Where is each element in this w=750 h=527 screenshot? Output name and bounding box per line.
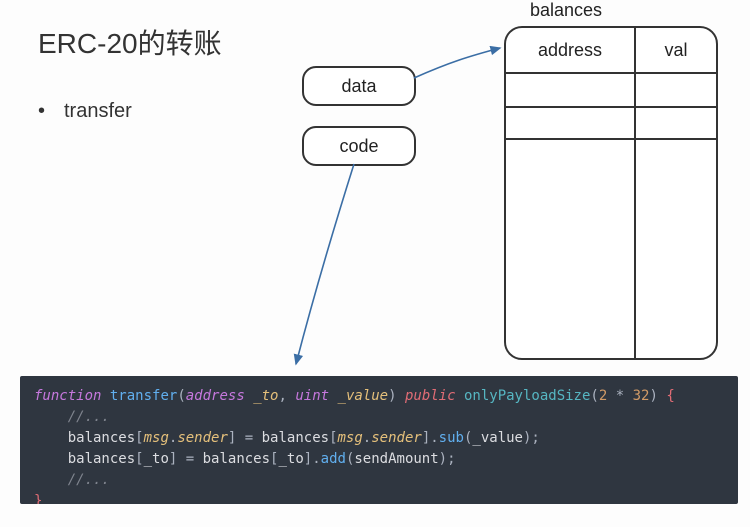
- tok-balances-1: balances: [68, 430, 135, 446]
- tok-sender-2: sender: [371, 430, 422, 446]
- data-box: data: [302, 66, 416, 106]
- bullet-text: transfer: [64, 100, 132, 122]
- slide-title: ERC-20的转账: [38, 22, 222, 62]
- tok-public: public: [405, 388, 456, 404]
- tok-function: function: [34, 388, 101, 404]
- tok-param-to: _to: [253, 388, 278, 404]
- tok-sendamount: sendAmount: [354, 451, 438, 467]
- table-body: [506, 74, 716, 360]
- table-header-address: address: [506, 28, 636, 72]
- tok-value: _value: [472, 430, 523, 446]
- tok-to-2: _to: [278, 451, 303, 467]
- table-header-val: val: [636, 28, 716, 72]
- tok-num-32: 32: [633, 388, 650, 404]
- code-block: function transfer(address _to, uint _val…: [20, 376, 738, 504]
- tok-balances-3: balances: [68, 451, 135, 467]
- table-header: address val: [506, 28, 716, 74]
- tok-brace-close: }: [34, 493, 42, 504]
- tok-to-1: _to: [144, 451, 169, 467]
- tok-type-uint: uint: [295, 388, 329, 404]
- table-vertical-divider: [634, 74, 636, 360]
- table-row-divider-1: [506, 106, 716, 108]
- arrow-data-to-table: [414, 48, 500, 78]
- tok-sender-1: sender: [177, 430, 228, 446]
- tok-balances-2: balances: [262, 430, 329, 446]
- tok-msg-1: msg: [144, 430, 169, 446]
- arrow-code-to-codeblock: [296, 164, 354, 364]
- tok-comment-2: //...: [68, 472, 110, 488]
- table-row-divider-2: [506, 138, 716, 140]
- bullet-item: transfer: [40, 100, 132, 123]
- tok-onlypayloadsize: onlyPayloadSize: [464, 388, 590, 404]
- tok-fn-name: transfer: [110, 388, 177, 404]
- tok-type-address: address: [186, 388, 245, 404]
- tok-param-value: _value: [338, 388, 389, 404]
- slide: ERC-20的转账 transfer data code balances ad…: [0, 0, 750, 527]
- tok-msg-2: msg: [338, 430, 363, 446]
- code-box: code: [302, 126, 416, 166]
- tok-add: add: [321, 451, 346, 467]
- tok-balances-4: balances: [203, 451, 270, 467]
- tok-sub: sub: [439, 430, 464, 446]
- balances-table: address val: [504, 26, 718, 360]
- tok-comment-1: //...: [68, 409, 110, 425]
- tok-brace-open: {: [666, 388, 674, 404]
- balances-label: balances: [530, 0, 602, 21]
